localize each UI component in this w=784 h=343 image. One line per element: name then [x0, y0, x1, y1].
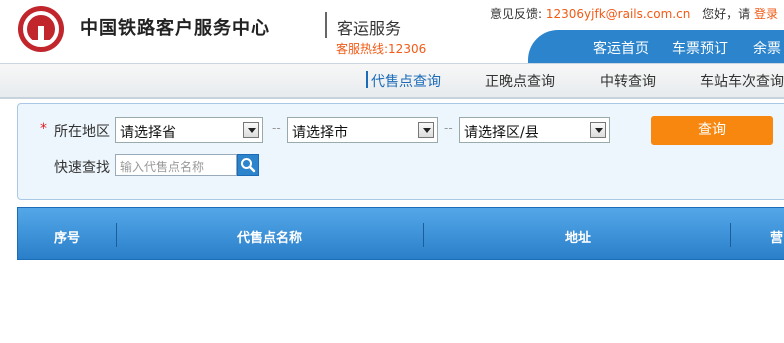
chevron-down-icon[interactable]: [590, 122, 606, 138]
main-nav: 客运首页 车票预订 余票: [528, 30, 784, 63]
query-button[interactable]: 查询: [651, 116, 773, 145]
nav-remaining[interactable]: 余票: [753, 38, 781, 58]
top-info-bar: 意见反馈: 12306yjfk@rails.com.cn 您好，请 登录 |: [490, 5, 784, 22]
column-divider: [423, 223, 424, 247]
nav-home[interactable]: 客运首页: [593, 38, 649, 58]
query-panel: * 所在地区 请选择省 -- 请选择市 -- 请选择区/县 查询 快速查找 输入…: [17, 103, 784, 200]
required-mark: *: [40, 121, 47, 137]
login-link[interactable]: 登录: [754, 7, 778, 21]
city-select[interactable]: 请选择市: [287, 117, 438, 143]
region-label: 所在地区: [54, 124, 110, 140]
brand-divider: [325, 12, 327, 38]
subnav-transfer-query[interactable]: 中转查询: [600, 71, 656, 91]
search-input[interactable]: 输入代售点名称: [115, 154, 237, 176]
province-value: 请选择省: [120, 125, 176, 141]
search-icon: [241, 158, 256, 173]
col-index: 序号: [54, 231, 81, 246]
nav-booking[interactable]: 车票预订: [672, 38, 728, 58]
brand-title: 中国铁路客户服务中心: [80, 18, 270, 39]
quick-search-label: 快速查找: [54, 160, 110, 176]
feedback-email-link[interactable]: 12306yjfk@rails.com.cn: [546, 7, 690, 21]
hotline-text: 客服热线:12306: [336, 42, 427, 56]
column-divider: [730, 223, 731, 247]
separator: --: [444, 121, 453, 135]
greeting-text: 您好，请: [702, 7, 751, 21]
subnav-agency-query[interactable]: 代售点查询: [366, 71, 441, 91]
separator: --: [272, 121, 281, 135]
district-value: 请选择区/县: [464, 125, 539, 141]
subnav-station-query[interactable]: 车站车次查询: [700, 71, 784, 91]
district-select[interactable]: 请选择区/县: [459, 117, 610, 143]
col-agency-name: 代售点名称: [237, 231, 303, 246]
chevron-down-icon[interactable]: [418, 122, 434, 138]
brand-subtitle: 客运服务: [337, 19, 402, 38]
feedback-label: 意见反馈:: [490, 7, 543, 21]
column-divider: [116, 223, 117, 247]
railway-logo-icon[interactable]: [18, 6, 64, 52]
chevron-down-icon[interactable]: [243, 122, 259, 138]
sub-nav: 代售点查询 正晚点查询 中转查询 车站车次查询: [0, 63, 784, 99]
col-hours: 营: [770, 231, 784, 246]
results-table-header: 序号 代售点名称 地址 营: [17, 207, 784, 260]
col-address: 地址: [565, 231, 592, 246]
search-button[interactable]: [237, 154, 259, 176]
city-value: 请选择市: [292, 125, 348, 141]
page-header: 中国铁路客户服务中心 客运服务 客服热线:12306 意见反馈: 12306yj…: [0, 0, 784, 63]
province-select[interactable]: 请选择省: [115, 117, 263, 143]
subnav-delay-query[interactable]: 正晚点查询: [485, 71, 555, 91]
